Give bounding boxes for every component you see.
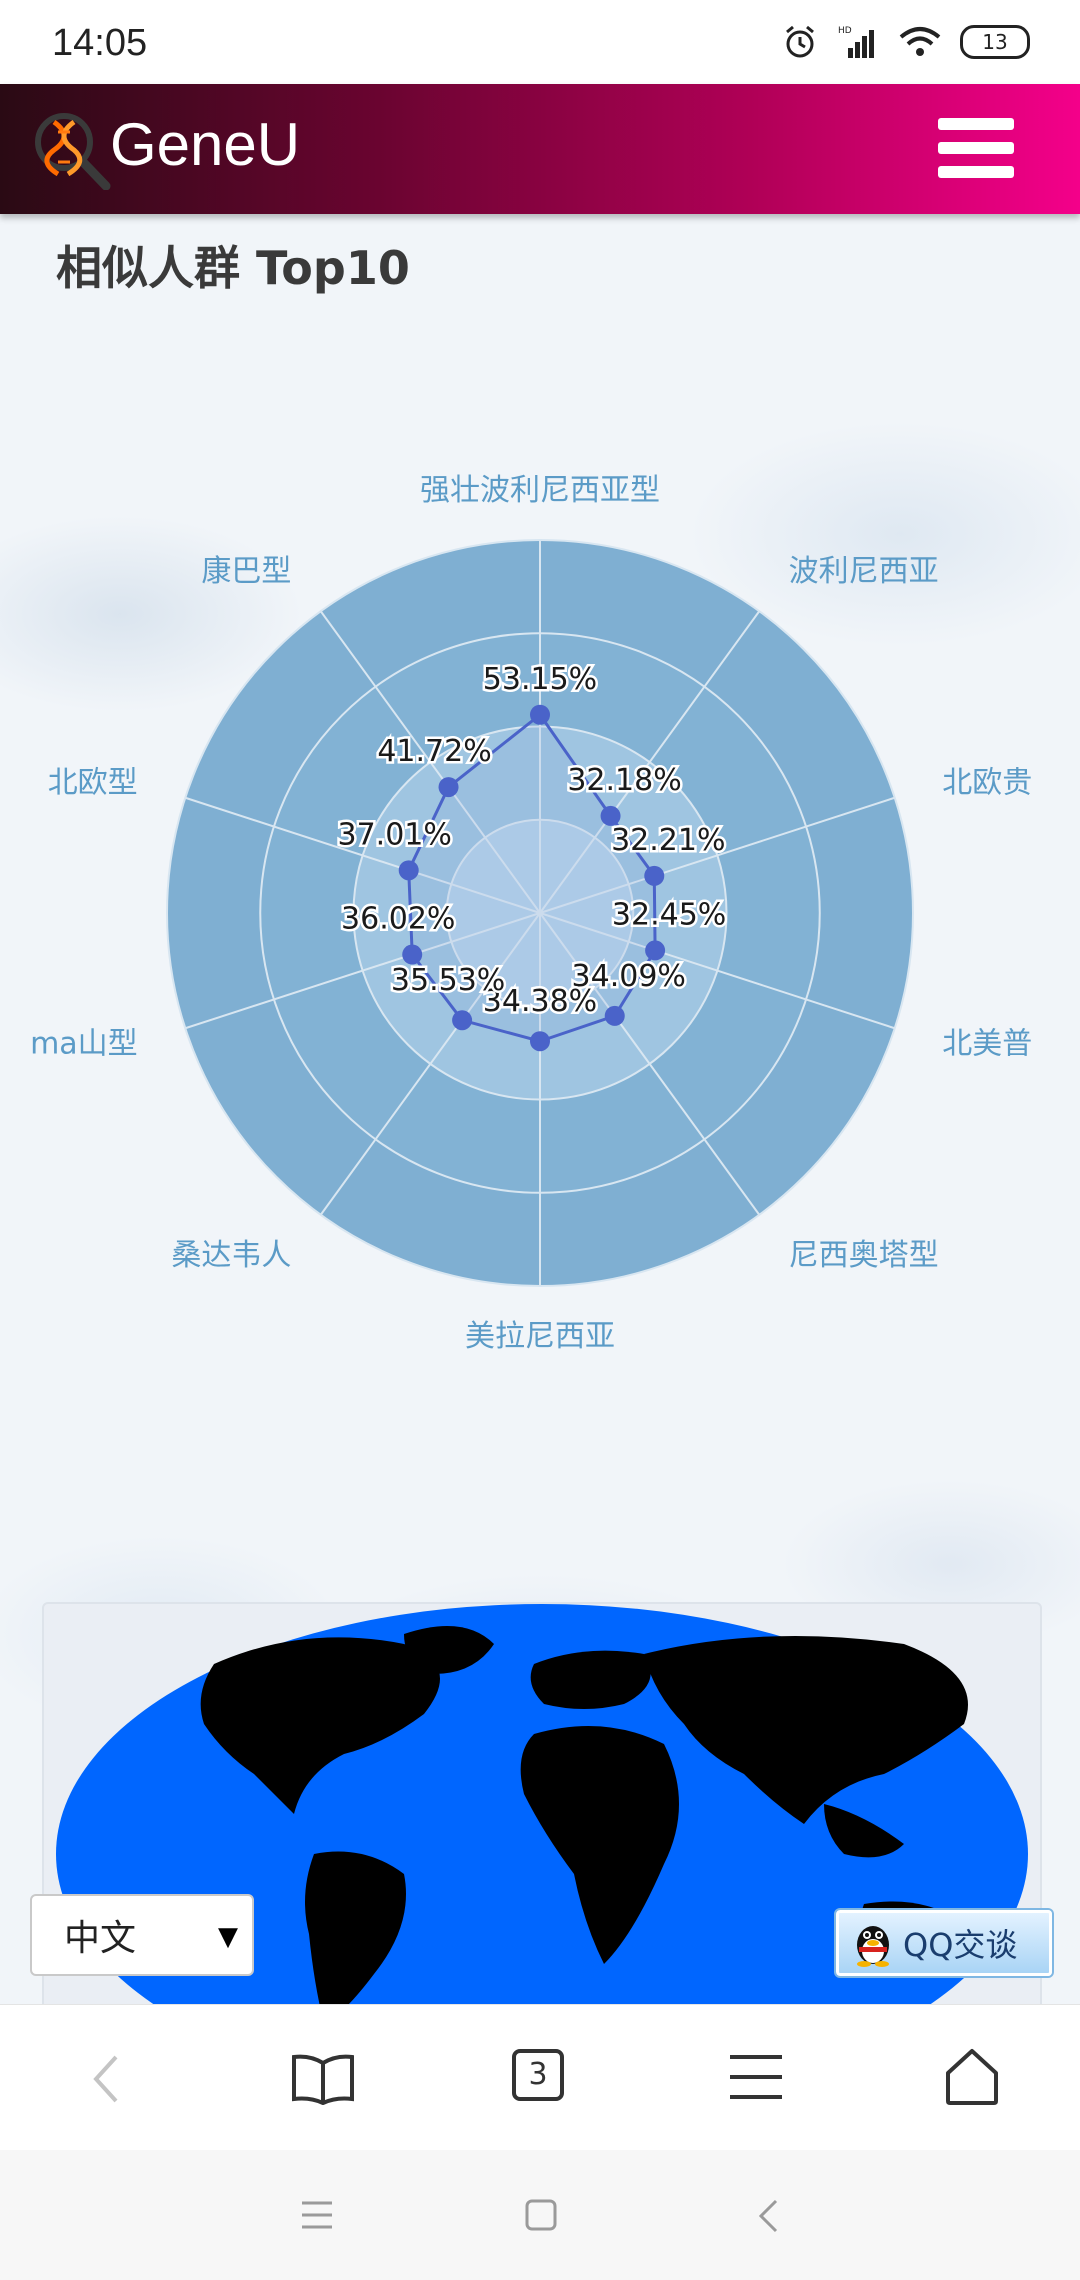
qq-chat-button[interactable]: QQ交谈: [836, 1910, 1052, 1976]
radar-value-label: 41.72%: [377, 734, 491, 769]
signal-icon: HD: [838, 26, 874, 58]
home-icon[interactable]: [942, 2047, 1002, 2107]
radar-chart: 强壮波利尼西亚型波利尼西亚北欧贵北美普尼西奥塔型美拉尼西亚 桑达韦人 ma山型 北欧型…: [30, 473, 1032, 1354]
back-icon[interactable]: [756, 2198, 780, 2234]
radar-value-label: 32.21%: [611, 823, 725, 858]
home-icon[interactable]: [524, 2198, 558, 2232]
radar-category-label: 北美普: [942, 1027, 1032, 1062]
browser-toolbar: 3: [0, 2004, 1080, 2151]
app-title: GeneU: [110, 111, 301, 178]
radar-category-label: 美拉尼西亚: [465, 1319, 615, 1354]
radar-category-label: 尼西奥塔型: [789, 1238, 939, 1273]
radar-value-label: 53.15%: [483, 662, 597, 697]
battery-icon: 13: [960, 25, 1030, 59]
menu-button[interactable]: [938, 118, 1014, 182]
radar-category-label: 强壮波利尼西亚型: [420, 473, 660, 508]
radar-data-point: [530, 704, 550, 725]
language-select[interactable]: 中文 ▼: [30, 1894, 254, 1976]
radar-data-point: [644, 865, 665, 886]
status-bar: 14:05 HD 13: [0, 0, 1080, 84]
menu-icon[interactable]: [728, 2053, 784, 2101]
radar-value-label: 32.45%: [612, 897, 726, 932]
radar-data-point: [438, 777, 459, 798]
recents-icon[interactable]: [300, 2200, 334, 2230]
app-header: GeneU: [0, 84, 1080, 214]
alarm-icon: [786, 25, 814, 58]
tabs-button[interactable]: 3: [512, 2049, 564, 2101]
dna-magnifier-logo-icon: [35, 113, 111, 190]
system-nav-bar: [0, 2150, 1080, 2280]
radar-data-point: [452, 1010, 473, 1031]
dropdown-arrow-icon: ▼: [218, 1922, 238, 1952]
radar-value-label: 32.18%: [567, 763, 681, 798]
tabs-count: 3: [528, 2057, 548, 2092]
radar-value-label: 35.53%: [391, 963, 505, 998]
radar-data-point: [604, 1005, 625, 1026]
radar-category-label: 北欧贵: [942, 765, 1032, 800]
qq-chat-label: QQ交谈: [903, 1926, 1018, 1964]
radar-category-label: 波利尼西亚: [789, 554, 939, 589]
bookmarks-icon[interactable]: [290, 2053, 356, 2105]
language-selected-value: 中文: [64, 1918, 137, 1959]
radar-category-label: 桑达韦人: [171, 1238, 291, 1273]
section-title: 相似人群 Top10: [56, 241, 410, 295]
back-icon[interactable]: [86, 2051, 126, 2107]
menu-bar: [938, 166, 1014, 178]
radar-category-label: ma山型: [30, 1027, 138, 1062]
radar-value-label: 36.02%: [341, 902, 455, 937]
radar-data-point: [398, 860, 419, 881]
radar-data-point: [402, 944, 423, 965]
menu-bar: [938, 142, 1014, 154]
status-time: 14:05: [52, 22, 148, 64]
wifi-icon: [899, 27, 941, 56]
radar-data-point: [530, 1031, 550, 1052]
radar-category-label: 康巴型: [201, 554, 291, 589]
radar-value-label: 37.01%: [338, 817, 452, 852]
qq-penguin-icon: [857, 1926, 889, 1967]
radar-category-label: 北欧型: [48, 765, 138, 800]
radar-data-point: [645, 940, 666, 961]
network-badge: HD: [838, 26, 852, 36]
menu-bar: [938, 118, 1014, 130]
